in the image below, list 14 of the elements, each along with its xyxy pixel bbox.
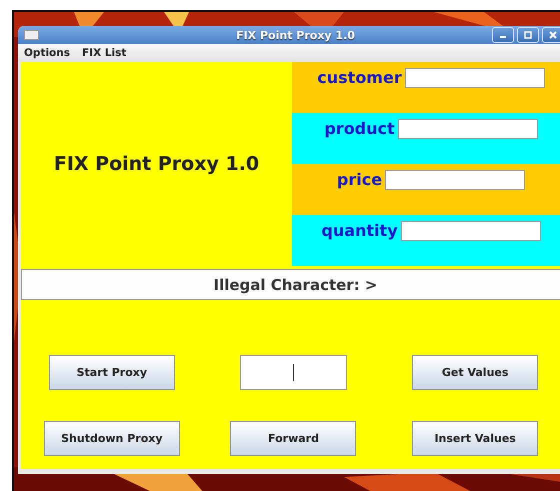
window-title: FIX Point Proxy 1.0 xyxy=(235,28,356,42)
menu-item[interactable]: Options xyxy=(24,47,70,59)
menu-item[interactable]: FIX List xyxy=(82,47,126,59)
field-label: quantity xyxy=(321,221,398,241)
status-message: Illegal Character: > xyxy=(213,276,378,294)
action-button[interactable]: Start Proxy xyxy=(48,355,175,390)
action-button[interactable]: Insert Values xyxy=(412,421,538,456)
field-label: customer xyxy=(317,68,402,88)
app-heading: FIX Point Proxy 1.0 xyxy=(54,153,260,175)
field-label: product xyxy=(324,119,395,139)
field-label: price xyxy=(336,170,382,190)
action-button[interactable]: Shutdown Proxy xyxy=(44,421,180,456)
action-button[interactable]: Get Values xyxy=(412,355,538,390)
action-button[interactable]: Forward xyxy=(230,421,356,456)
